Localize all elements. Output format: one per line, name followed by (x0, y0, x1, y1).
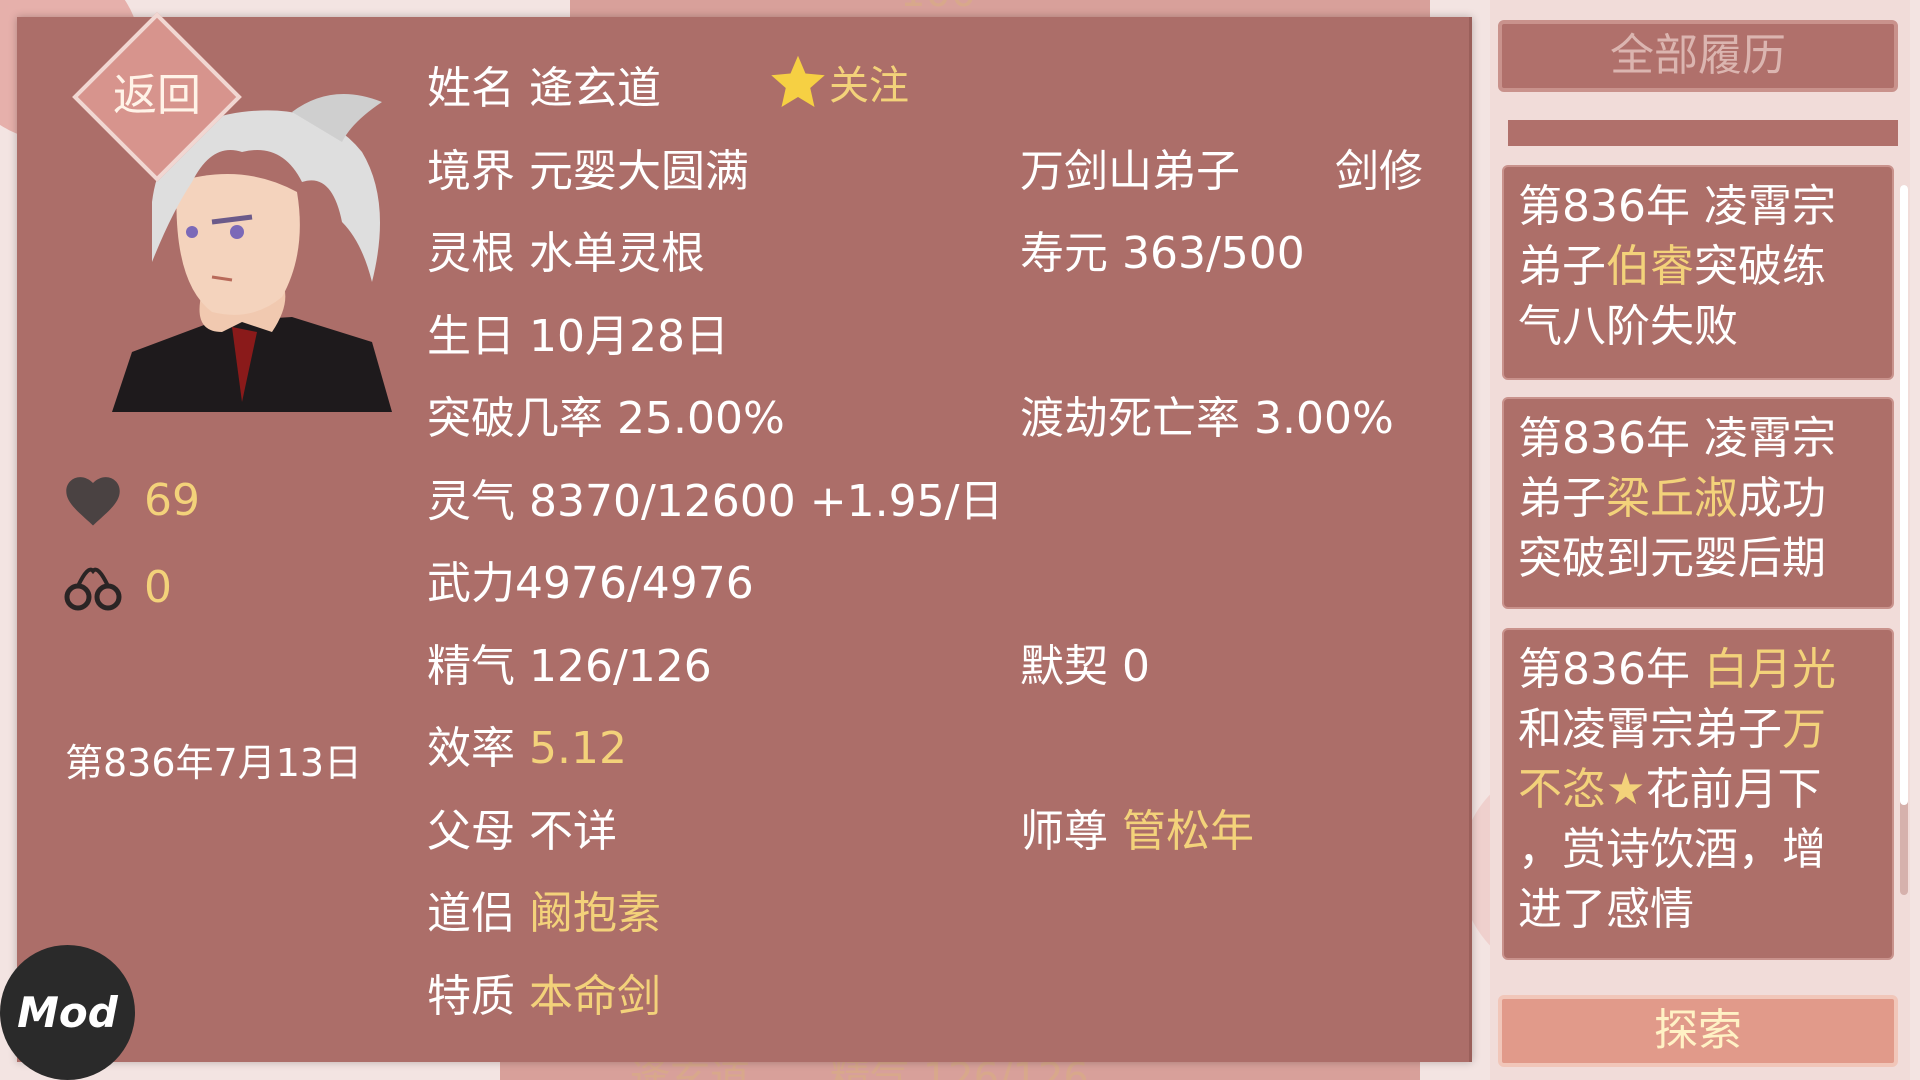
name-line: 姓名 逄玄道 (427, 52, 661, 116)
event-highlight[interactable]: 梁丘淑 (1606, 473, 1738, 524)
master-label: 师尊 (1020, 806, 1108, 857)
event-line: 第836年 凌霄宗 (1518, 181, 1836, 232)
event-highlight[interactable]: 伯睿 (1606, 241, 1694, 292)
event-text: 弟子 (1518, 473, 1606, 524)
history-scroll-thumb[interactable] (1900, 185, 1908, 805)
event-text: 花前月下 (1645, 764, 1822, 815)
sect-value: 万剑山弟子 (1020, 146, 1240, 197)
essence-value: 126/126 (529, 641, 712, 692)
event-line: 第836年 凌霄宗 (1518, 413, 1836, 464)
birthday-value: 10月28日 (529, 311, 729, 362)
trait-line: 特质 本命剑 (427, 960, 661, 1024)
all-history-button[interactable]: 全部履历 (1498, 20, 1898, 92)
realm-label: 境界 (427, 146, 515, 197)
event-text: 第836年 (1518, 644, 1704, 695)
mod-button[interactable]: Mod (0, 945, 135, 1080)
force-value: 4976/4976 (515, 558, 754, 609)
birthday-label: 生日 (427, 311, 515, 362)
handcuffs-icon (64, 567, 122, 611)
background-number: 100 (900, 0, 976, 16)
partner-label: 道侣 (427, 888, 515, 939)
event-highlight[interactable]: 不恣★ (1518, 764, 1645, 815)
tribulation-label: 渡劫死亡率 (1020, 393, 1240, 444)
tacit-value: 0 (1122, 641, 1150, 692)
history-panel: 全部履历 第836年 凌霄宗 弟子伯睿突破练 气八阶失败 第836年 凌霄宗 弟… (1490, 0, 1910, 1080)
explore-button[interactable]: 探索 (1498, 995, 1898, 1067)
follow-button[interactable]: 关注 (767, 52, 909, 112)
parents-label: 父母 (427, 806, 515, 857)
qi-line: 灵气 8370/12600 +1.95/日 (427, 465, 1003, 529)
star-icon (771, 55, 825, 107)
root-value: 水单灵根 (529, 228, 705, 279)
event-text: 弟子 (1518, 241, 1606, 292)
follow-label: 关注 (829, 63, 909, 109)
event-text: 和凌霄宗弟子 (1518, 704, 1782, 755)
heart-icon (66, 477, 120, 526)
favor-stat: 69 (62, 472, 200, 528)
event-card: 第836年 凌霄宗 弟子伯睿突破练 气八阶失败 (1502, 165, 1894, 380)
breakthrough-value: 25.00% (617, 393, 785, 444)
event-card: 第836年 白月光 和凌霄宗弟子万 不恣★花前月下 ，赏诗饮酒，增 进了感情 (1502, 628, 1894, 960)
event-line: 弟子梁丘淑成功 (1518, 469, 1878, 529)
event-highlight[interactable]: 万 (1782, 704, 1826, 755)
trait-label: 特质 (427, 971, 515, 1022)
qi-label: 灵气 (427, 476, 515, 527)
event-line: 和凌霄宗弟子万 (1518, 700, 1878, 760)
event-line: 弟子伯睿突破练 (1518, 237, 1878, 297)
lifespan-label: 寿元 (1020, 228, 1108, 279)
name-label: 姓名 (427, 63, 515, 114)
favor-value: 69 (144, 474, 200, 526)
birthday-line: 生日 10月28日 (427, 300, 729, 364)
realm-value: 元婴大圆满 (529, 146, 749, 197)
master-line: 师尊 管松年 (1020, 795, 1254, 859)
tacit-line: 默契 0 (1020, 630, 1150, 694)
partner-line: 道侣 阚抱素 (427, 877, 661, 941)
parents-value: 不详 (529, 806, 617, 857)
tacit-label: 默契 (1020, 641, 1108, 692)
realm-line: 境界 元婴大圆满 (427, 135, 749, 199)
master-value[interactable]: 管松年 (1122, 806, 1254, 857)
trait-value[interactable]: 本命剑 (529, 971, 661, 1022)
tribulation-line: 渡劫死亡率 3.00% (1020, 382, 1394, 446)
essence-label: 精气 (427, 641, 515, 692)
force-label: 武力 (427, 558, 515, 609)
lifespan-line: 寿元 363/500 (1020, 217, 1305, 281)
lifespan-value: 363/500 (1122, 228, 1305, 279)
efficiency-label: 效率 (427, 723, 515, 774)
event-line: 第836年 白月光 (1518, 640, 1878, 700)
event-line: 不恣★花前月下 (1518, 760, 1878, 820)
name-value: 逄玄道 (529, 63, 661, 114)
mod-label: Mod (17, 988, 118, 1037)
bond-stat: 0 (62, 557, 172, 617)
background-strip (570, 0, 1430, 17)
event-card-partial (1508, 120, 1898, 146)
efficiency-value: 5.12 (529, 723, 627, 774)
parents-line: 父母 不详 (427, 795, 617, 859)
sect-line: 万剑山弟子 (1020, 135, 1240, 199)
event-text: 成功 (1738, 473, 1826, 524)
bond-value: 0 (144, 561, 172, 613)
force-line: 武力4976/4976 (427, 547, 754, 611)
root-label: 灵根 (427, 228, 515, 279)
tribulation-value: 3.00% (1254, 393, 1394, 444)
event-line: 突破到元婴后期 (1518, 533, 1826, 584)
breakthrough-line: 突破几率 25.00% (427, 382, 785, 446)
root-line: 灵根 水单灵根 (427, 217, 705, 281)
event-line: 进了感情 (1518, 884, 1694, 935)
event-line: ，赏诗饮酒，增 (1518, 824, 1826, 875)
event-line: 气八阶失败 (1518, 301, 1738, 352)
efficiency-line: 效率 5.12 (427, 712, 627, 776)
back-button-label[interactable]: 返回 (97, 59, 217, 123)
class-value: 剑修 (1335, 146, 1423, 197)
qi-value: 8370/12600 +1.95/日 (529, 476, 1004, 527)
event-highlight[interactable]: 白月光 (1704, 644, 1836, 695)
partner-value[interactable]: 阚抱素 (529, 888, 661, 939)
current-date: 第836年7月13日 (65, 741, 363, 785)
class-line: 剑修 (1335, 135, 1423, 199)
essence-line: 精气 126/126 (427, 630, 712, 694)
breakthrough-label: 突破几率 (427, 393, 603, 444)
event-card: 第836年 凌霄宗 弟子梁丘淑成功 突破到元婴后期 (1502, 397, 1894, 609)
event-text: 突破练 (1694, 241, 1826, 292)
character-panel: 返回 69 0 第836年7月13日 姓名 逄玄道 关注 境界 元婴大圆满 万剑… (17, 12, 1472, 1062)
